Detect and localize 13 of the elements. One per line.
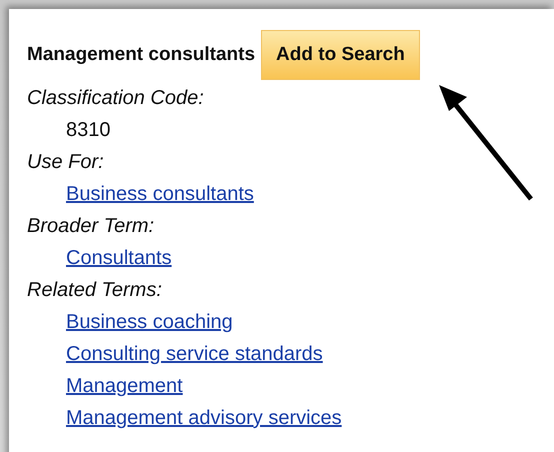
field-value: 8310 [66,119,110,141]
term-link[interactable]: Business coaching [66,311,233,333]
term-link[interactable]: Business consultants [66,183,254,205]
field-label: Use For: [27,150,105,175]
term-title: Management consultants [27,43,256,67]
term-link[interactable]: Management [66,375,183,397]
term-link[interactable]: Consultants [66,247,172,269]
field-label: Related Terms: [27,278,163,303]
term-link[interactable]: Management advisory services [66,407,342,429]
term-link[interactable]: Consulting service standards [66,343,323,365]
add-to-search-button[interactable]: Add to Search [261,30,420,80]
field-label: Classification Code: [27,86,205,111]
field-label: Broader Term: [27,214,156,239]
